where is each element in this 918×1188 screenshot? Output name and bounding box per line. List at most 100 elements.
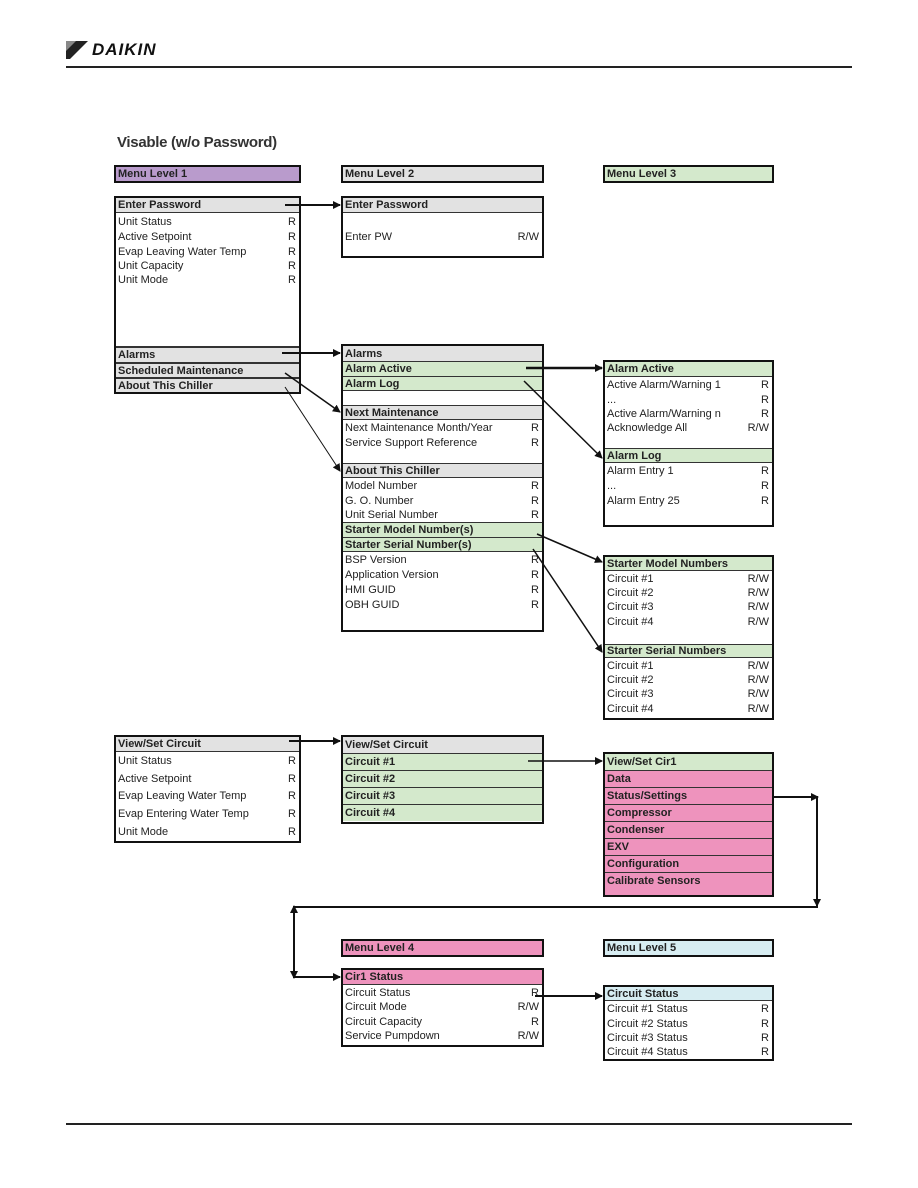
list-item: Active Alarm/Warning n R	[605, 407, 772, 421]
starter-serial-circuit-3[interactable]: Circuit #3 R/W	[605, 687, 772, 701]
daikin-logo: DAIKIN	[66, 40, 157, 60]
item-perm: R/W	[747, 615, 769, 628]
menu-item-alarm-active[interactable]: Alarm Active	[343, 361, 542, 376]
starter-serial-circuit-4[interactable]: Circuit #4 R/W	[605, 701, 772, 716]
item-perm: R	[761, 1017, 769, 1030]
menu-item-about-this-chiller[interactable]: About This Chiller	[116, 377, 299, 392]
menu-item-configuration[interactable]: Configuration	[605, 855, 772, 872]
menu-item-circuit-1[interactable]: Circuit #1	[343, 753, 542, 770]
item-label: Circuit #1	[345, 756, 396, 768]
menu-item-alarm-log[interactable]: Alarm Log	[343, 376, 542, 391]
menu-level3-starter-numbers: Starter Model Numbers Circuit #1 R/W Circ…	[603, 555, 774, 720]
starter-model-circuit-1[interactable]: Circuit #1 R/W	[605, 571, 772, 586]
item-perm: R/W	[747, 587, 769, 599]
item-label: BSP Version	[345, 553, 407, 566]
item-perm: R	[531, 436, 539, 449]
item-perm: R	[288, 274, 296, 286]
item-perm: R	[288, 215, 296, 228]
menu-item-alarms[interactable]: Alarms	[116, 346, 299, 362]
item-label: Evap Entering Water Temp	[118, 808, 249, 820]
legend-menu-level-3: Menu Level 3	[603, 165, 774, 183]
panel-header-alarm-active: Alarm Active	[605, 362, 772, 377]
header-rule	[66, 66, 852, 68]
page-title: Visable (w/o Password)	[117, 134, 277, 151]
item-label: Alarm Entry 25	[607, 494, 680, 507]
menu-item-exv[interactable]: EXV	[605, 838, 772, 855]
menu-item-scheduled-maintenance[interactable]: Scheduled Maintenance	[116, 362, 299, 377]
item-label: Next Maintenance Month/Year	[345, 421, 493, 434]
list-item: Circuit #3 Status R	[605, 1031, 772, 1045]
list-item: Unit Status R	[116, 752, 299, 770]
menu-item-starter-model-numbers[interactable]: Starter Model Number(s)	[343, 522, 542, 537]
item-label: Circuit #1	[607, 572, 654, 585]
starter-serial-circuit-2[interactable]: Circuit #2 R/W	[605, 673, 772, 687]
item-label: HMI GUID	[345, 583, 396, 596]
menu-item-enter-password[interactable]: Enter Password	[116, 198, 299, 213]
legend-menu-level-1: Menu Level 1	[114, 165, 301, 183]
item-perm: R	[288, 230, 296, 243]
menu-item-circuit-2[interactable]: Circuit #2	[343, 770, 542, 787]
item-perm: R	[288, 755, 296, 767]
item-perm: R	[761, 408, 769, 420]
list-item: HMI GUID R	[343, 582, 542, 597]
item-perm: R/W	[517, 1001, 539, 1013]
item-label: Circuit #2	[345, 773, 396, 785]
menu-item-view-set-circuit[interactable]: View/Set Circuit	[116, 737, 299, 752]
starter-model-circuit-3[interactable]: Circuit #3 R/W	[605, 600, 772, 614]
list-item: Service Pumpdown R/W	[343, 1029, 542, 1043]
arrow-starter-model	[536, 533, 603, 563]
item-label: Calibrate Sensors	[607, 875, 701, 887]
item-perm: R	[761, 494, 769, 507]
menu-item-calibrate-sensors[interactable]: Calibrate Sensors	[605, 872, 772, 889]
item-label: View/Set Cir1	[607, 756, 677, 768]
item-label: Circuit #3	[607, 601, 654, 613]
item-perm: R	[531, 598, 539, 611]
item-label: About This Chiller	[118, 379, 213, 392]
item-label: Evap Leaving Water Temp	[118, 245, 247, 258]
menu-item-circuit-3[interactable]: Circuit #3	[343, 787, 542, 804]
list-item: Alarm Entry 25 R	[605, 493, 772, 508]
list-item: Service Support Reference R	[343, 435, 542, 450]
item-label: ...	[607, 480, 617, 492]
item-label: Alarm Active	[607, 363, 674, 375]
menu-item-condenser[interactable]: Condenser	[605, 821, 772, 838]
starter-model-circuit-2[interactable]: Circuit #2 R/W	[605, 586, 772, 600]
arrow-about-this-chiller	[284, 386, 341, 472]
item-label: Active Setpoint	[118, 230, 192, 243]
item-perm: R/W	[747, 601, 769, 613]
item-label: Enter Password	[118, 199, 202, 211]
item-perm: R/W	[747, 659, 769, 672]
menu-item-starter-serial-numbers[interactable]: Starter Serial Number(s)	[343, 537, 542, 552]
starter-serial-circuit-1[interactable]: Circuit #1 R/W	[605, 658, 772, 673]
list-item: Unit Mode R	[116, 273, 299, 287]
item-label: Unit Mode	[118, 825, 169, 838]
list-item: OBH GUID R	[343, 597, 542, 612]
item-label: Enter Password	[345, 199, 429, 211]
panel-header-alarm-log: Alarm Log	[605, 448, 772, 463]
item-label: Circuit #4 Status	[607, 1046, 688, 1058]
menu-item-circuit-status[interactable]: Circuit Status R	[343, 985, 542, 1000]
starter-model-circuit-4[interactable]: Circuit #4 R/W	[605, 614, 772, 629]
panel-header-circuit-status: Circuit Status	[605, 987, 772, 1001]
list-item: Next Maintenance Month/Year R	[343, 420, 542, 435]
item-label: About This Chiller	[345, 464, 440, 477]
brand-name: DAIKIN	[92, 40, 157, 59]
item-label: OBH GUID	[345, 598, 400, 611]
item-perm: R	[531, 1015, 539, 1028]
menu-item-status-settings[interactable]: Status/Settings	[605, 787, 772, 804]
list-item: Active Setpoint R	[116, 770, 299, 787]
item-label: Circuit #4	[345, 807, 396, 819]
menu-item-data[interactable]: Data	[605, 770, 772, 787]
item-label: Active Setpoint	[118, 772, 192, 785]
item-perm: R/W	[747, 702, 769, 715]
acknowledge-all-action[interactable]: Acknowledge All R/W	[605, 421, 772, 435]
item-label: Active Alarm/Warning n	[607, 408, 721, 420]
item-label: Cir1 Status	[345, 971, 404, 983]
list-item: Circuit Capacity R	[343, 1014, 542, 1029]
menu-item-compressor[interactable]: Compressor	[605, 804, 772, 821]
enter-pw-field[interactable]: Enter PW R/W	[343, 229, 542, 245]
menu-item-circuit-4[interactable]: Circuit #4	[343, 804, 542, 821]
list-item: Evap Entering Water Temp R	[116, 805, 299, 823]
list-item: ... R	[605, 392, 772, 407]
item-label: Unit Mode	[118, 274, 169, 286]
